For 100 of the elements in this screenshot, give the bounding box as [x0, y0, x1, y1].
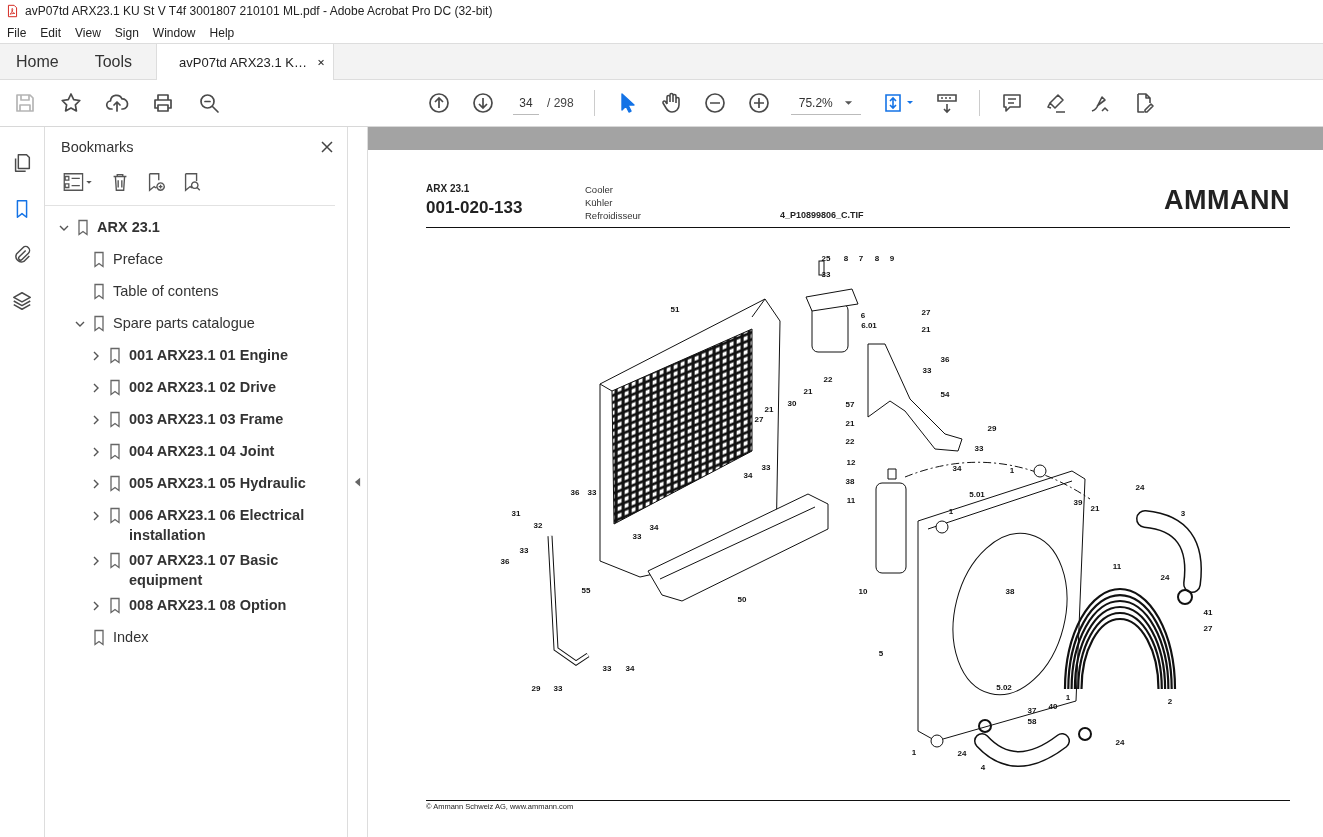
callout-number: 34	[952, 464, 962, 473]
chevron-icon[interactable]	[91, 414, 101, 425]
nav-tab[interactable]: Tools	[72, 44, 157, 79]
callout-number: 27	[754, 415, 764, 424]
callout-number: 5.02	[996, 683, 1012, 692]
bookmark-item[interactable]: ARX 23.1	[97, 217, 160, 237]
callout-number: 54	[940, 390, 950, 399]
callout-number: 11	[1112, 562, 1122, 571]
menu-item[interactable]: Sign	[114, 25, 139, 40]
bookmark-item[interactable]: 002 ARX23.1 02 Drive	[129, 377, 276, 397]
callout-number: 32	[533, 521, 543, 530]
callout-number: 38	[1005, 587, 1015, 596]
callout-number: 8	[874, 254, 880, 263]
callout-number: 21	[1090, 504, 1100, 513]
zoom-in-icon[interactable]	[746, 91, 771, 115]
bookmark-item[interactable]: Table of contens	[113, 281, 219, 301]
group-name: Kühler	[585, 196, 614, 209]
chevron-icon[interactable]	[91, 600, 101, 611]
bookmark-icon	[77, 219, 89, 236]
pdf-app-icon	[6, 4, 19, 18]
bookmark-icon	[93, 251, 105, 268]
bookmark-item[interactable]: 008 ARX23.1 08 Option	[129, 595, 287, 615]
panel-title: Bookmarks	[61, 139, 134, 155]
callout-number: 12	[846, 458, 856, 467]
close-icon[interactable]	[321, 141, 333, 153]
next-page-icon[interactable]	[471, 91, 495, 115]
callout-number: 3	[1180, 509, 1186, 518]
callout-number: 10	[858, 587, 868, 596]
bookmark-icon	[109, 552, 121, 569]
callout-number: 50	[737, 595, 747, 604]
callout-number: 58	[1027, 717, 1037, 726]
callout-number: 24	[1160, 573, 1170, 582]
callout-number: 31	[511, 509, 521, 518]
bookmark-item[interactable]: 007 ARX23.1 07 Basic equipment	[129, 550, 334, 590]
callout-number: 38	[845, 477, 855, 486]
chevron-icon[interactable]	[91, 382, 101, 393]
menu-item[interactable]: Window	[152, 25, 196, 40]
callout-number: 21	[764, 405, 774, 414]
menu-item[interactable]: Edit	[40, 25, 62, 40]
page-count: / 298	[547, 96, 574, 110]
layers-icon[interactable]	[11, 290, 33, 312]
collapse-panel-icon[interactable]	[354, 477, 361, 487]
printer-icon[interactable]	[151, 91, 175, 115]
previous-page-icon[interactable]	[427, 91, 451, 115]
callout-number: 37	[1027, 706, 1037, 715]
chevron-icon[interactable]	[91, 446, 101, 457]
callout-number: 1	[1009, 466, 1015, 475]
magnifier-icon[interactable]	[197, 91, 221, 115]
group-name: Refroidisseur	[585, 209, 642, 222]
bookmark-item[interactable]: Preface	[113, 249, 163, 269]
callout-number: 1	[1065, 693, 1071, 702]
callout-number: 11	[846, 496, 856, 505]
window-title: avP07td ARX23.1 KU St V T4f 3001807 210101 ML.pdf - Adobe Acrobat Pro DC (32-bit)	[25, 4, 493, 18]
bookmark-item[interactable]: 005 ARX23.1 05 Hydraulic	[129, 473, 306, 493]
drawing-filename: 4_P10899806_C.TIF	[780, 210, 864, 220]
chevron-icon[interactable]	[91, 350, 101, 361]
chevron-icon[interactable]	[91, 510, 101, 521]
callout-number: 29	[531, 684, 541, 693]
document-tab[interactable]: avP07td ARX23.1 K…	[156, 44, 335, 80]
callout-number: 2	[1167, 697, 1173, 706]
callout-number: 33	[761, 463, 771, 472]
bookmark-item[interactable]: 001 ARX23.1 01 Engine	[129, 345, 289, 365]
callout-number: 30	[787, 399, 797, 408]
callout-number: 34	[649, 523, 659, 532]
bookmark-icon	[93, 283, 105, 300]
callout-number: 7	[858, 254, 864, 263]
chevron-icon[interactable]	[91, 555, 101, 566]
callout-number: 5.01	[969, 490, 985, 499]
bookmark-icon	[93, 315, 105, 332]
bookmark-icon	[109, 597, 121, 614]
callout-number: 36	[500, 557, 510, 566]
zoom-dropdown[interactable]: 75.2%	[790, 91, 861, 115]
caret-icon	[843, 99, 853, 106]
scroll-mode-icon[interactable]	[934, 91, 959, 115]
bookmark-item[interactable]: 006 ARX23.1 06 Electrical installation	[129, 505, 334, 545]
star-icon[interactable]	[59, 91, 83, 115]
bookmark-item[interactable]: Index	[113, 627, 149, 647]
close-icon[interactable]	[316, 57, 326, 67]
callout-number: 55	[581, 586, 591, 595]
callout-number: 4	[980, 763, 986, 772]
bookmark-item[interactable]: Spare parts catalogue	[113, 313, 255, 333]
cloud-upload-icon[interactable]	[105, 91, 129, 115]
nav-tab[interactable]: Home	[0, 44, 73, 79]
callout-number: 27	[1203, 624, 1213, 633]
bookmark-item[interactable]: 004 ARX23.1 04 Joint	[129, 441, 275, 461]
callout-number: 21	[921, 325, 931, 334]
callout-number: 6.01	[861, 321, 877, 330]
part-group-number: 001-020-133	[426, 198, 524, 218]
zoom-out-icon[interactable]	[702, 91, 727, 115]
menu-item[interactable]: Help	[209, 25, 235, 40]
callout-number: 27	[921, 308, 931, 317]
bookmark-icon	[109, 347, 121, 364]
chevron-icon[interactable]	[91, 478, 101, 489]
company-logo: AMMANN	[1164, 185, 1290, 216]
menu-item[interactable]: File	[7, 25, 27, 40]
bookmark-item[interactable]: 003 ARX23.1 03 Frame	[129, 409, 284, 429]
bookmark-icon	[109, 475, 121, 492]
callout-number: 34	[625, 664, 635, 673]
callout-number: 29	[987, 424, 997, 433]
menu-item[interactable]: View	[75, 25, 101, 40]
